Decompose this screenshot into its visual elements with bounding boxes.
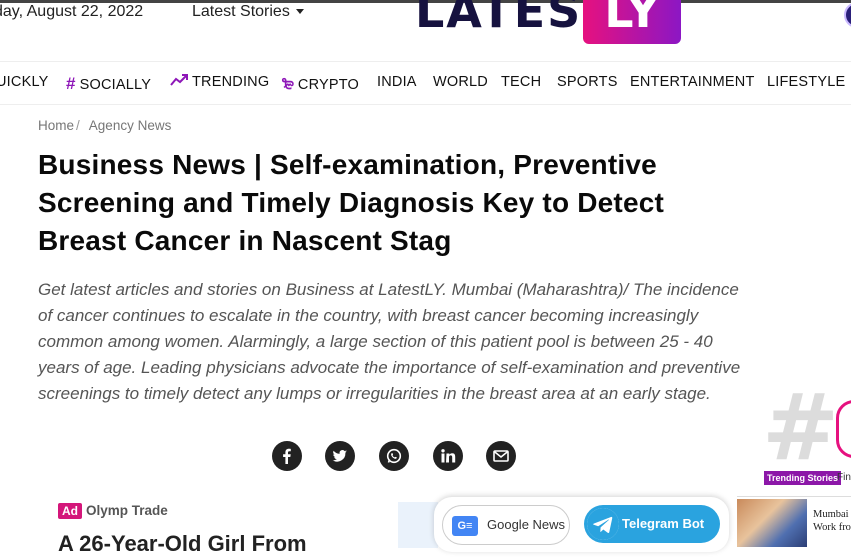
nav-item-tech[interactable]: TECH xyxy=(501,74,541,90)
email-icon[interactable] xyxy=(486,441,516,471)
nav-label: SOCIALLY xyxy=(79,77,152,93)
telegram-label: Telegram Bot xyxy=(622,516,705,531)
whatsapp-icon[interactable] xyxy=(379,441,409,471)
nav-item-india[interactable]: INDIA xyxy=(377,74,417,90)
hash-icon: # xyxy=(66,74,76,93)
nav-label: UICKLY xyxy=(0,74,49,90)
facebook-icon[interactable] xyxy=(272,441,302,471)
article-title: Business News | Self-examination, Preven… xyxy=(38,149,665,256)
nav-item-entertainment[interactable]: ENTERTAINMENT xyxy=(630,74,755,90)
top-bar: day, August 22, 2022 Latest Stories LATE… xyxy=(0,0,851,60)
side-story-line-1: Mumbai xyxy=(813,509,849,520)
main-nav: UICKLY # SOCIALLY TRENDING ₻ CRYPTO INDIA … xyxy=(0,61,851,105)
nav-label: ENTERTAINMENT xyxy=(630,74,755,90)
ad-thumbnail[interactable] xyxy=(398,502,438,548)
latest-stories-label: Latest Stories xyxy=(192,3,290,20)
ad-badge: Ad xyxy=(58,503,82,519)
side-story-card[interactable]: Mumbai Work fro xyxy=(737,496,851,549)
nav-label: INDIA xyxy=(377,74,417,90)
trending-ring-graphic xyxy=(836,400,851,458)
sponsored-label[interactable]: Ad Olymp Trade xyxy=(58,503,168,519)
nav-label: TRENDING xyxy=(192,74,270,90)
breadcrumb-home[interactable]: Home xyxy=(38,118,74,133)
ad-headline[interactable]: A 26-Year-Old Girl From xyxy=(58,531,307,557)
nav-item-world[interactable]: WORLD xyxy=(433,74,488,90)
latest-stories-dropdown[interactable]: Latest Stories xyxy=(192,3,304,21)
nav-label: TECH xyxy=(501,74,542,90)
telegram-icon xyxy=(587,508,619,540)
nav-label: SPORTS xyxy=(557,74,618,90)
ad-sponsor: Olymp Trade xyxy=(86,503,168,518)
telegram-bot-button[interactable]: Telegram Bot xyxy=(584,505,720,543)
crypto-icon: ₻ xyxy=(282,76,294,93)
linkedin-icon[interactable] xyxy=(433,441,463,471)
side-story-title: Mumbai Work fro xyxy=(813,508,851,534)
nav-item-sports[interactable]: SPORTS xyxy=(557,74,618,90)
follow-bar: G≡ Google News Telegram Bot xyxy=(434,497,729,552)
trending-hash-graphic: # xyxy=(762,374,840,481)
nav-item-socially[interactable]: # SOCIALLY xyxy=(66,74,151,94)
nav-item-trending[interactable]: TRENDING xyxy=(170,74,269,90)
breadcrumb-separator: / xyxy=(76,118,80,133)
nav-item-lifestyle[interactable]: LIFESTYLE xyxy=(767,74,845,90)
logo-badge: LY xyxy=(583,0,681,44)
google-news-button[interactable]: G≡ Google News xyxy=(442,505,570,545)
caret-down-icon xyxy=(295,9,304,15)
nav-label: WORLD xyxy=(433,74,488,90)
side-story-image xyxy=(737,499,807,547)
breadcrumb: Home / Agency News xyxy=(38,118,171,133)
trending-next-title[interactable]: Fin xyxy=(837,472,851,483)
nav-label: LIFESTYLE xyxy=(767,74,846,90)
trending-stories-tag[interactable]: Trending Stories xyxy=(764,471,842,485)
user-menu-icon[interactable] xyxy=(844,2,851,28)
trending-icon xyxy=(170,74,188,90)
share-bar xyxy=(272,441,532,473)
side-story-line-2: Work fro xyxy=(813,522,851,533)
breadcrumb-section[interactable]: Agency News xyxy=(89,118,172,133)
article-summary: Get latest articles and stories on Busin… xyxy=(38,280,741,403)
twitter-icon[interactable] xyxy=(325,441,355,471)
site-logo[interactable]: LATEST LY xyxy=(415,0,685,44)
nav-item-crypto[interactable]: ₻ CRYPTO xyxy=(282,74,359,94)
nav-item-quickly[interactable]: UICKLY xyxy=(0,74,49,90)
current-date: day, August 22, 2022 xyxy=(0,3,144,20)
google-news-label: Google News xyxy=(487,517,566,532)
google-news-icon: G≡ xyxy=(449,513,478,536)
nav-label: CRYPTO xyxy=(297,77,360,93)
